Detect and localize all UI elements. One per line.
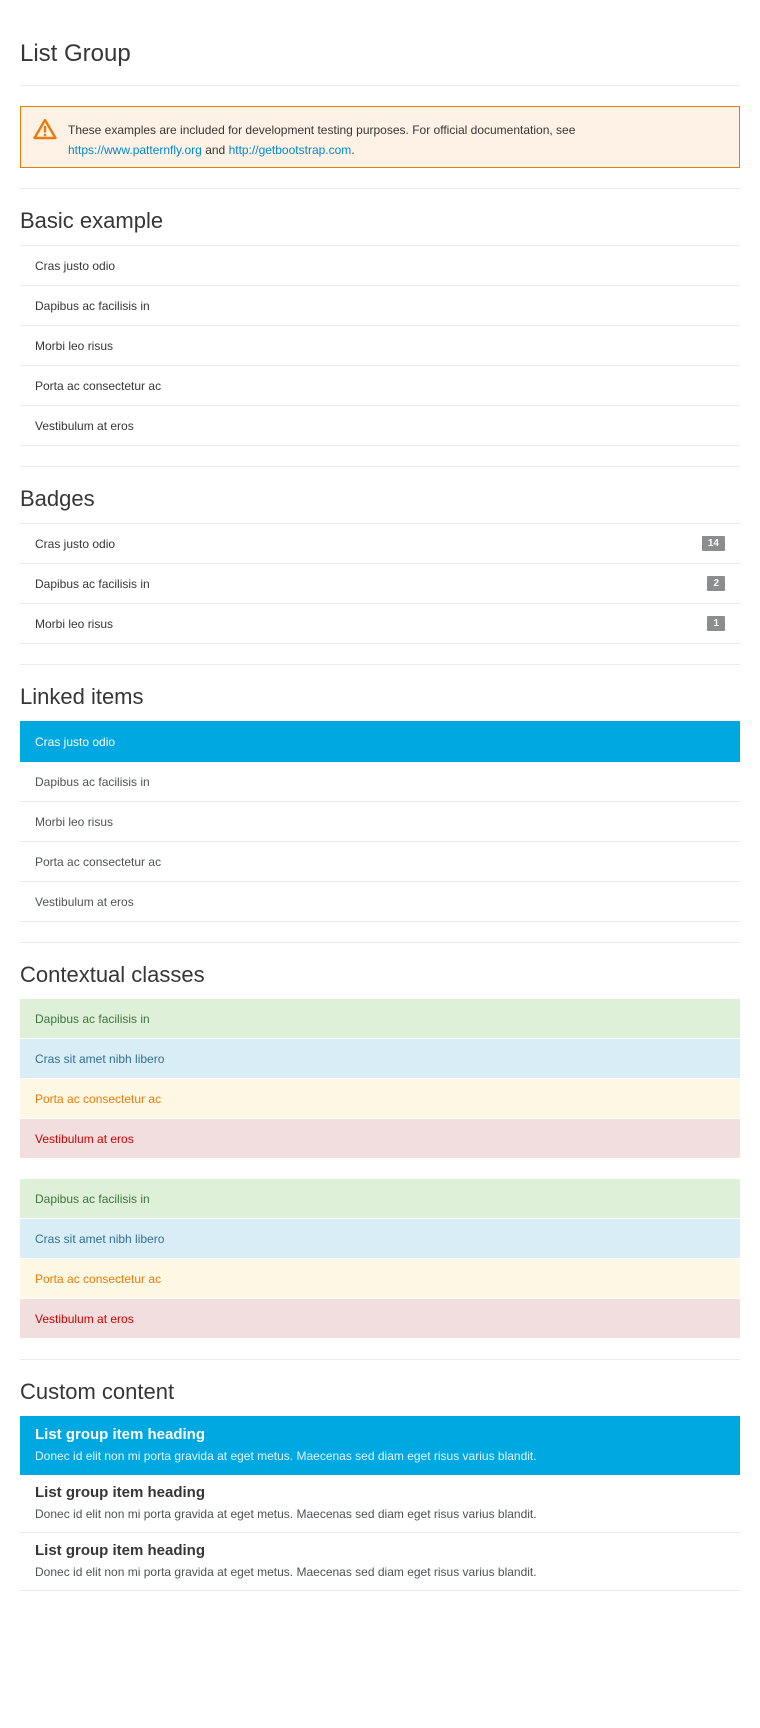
list-item-label: Porta ac consectetur ac <box>35 1091 162 1106</box>
list-item-heading: List group item heading <box>35 1426 206 1443</box>
section-title-linked: Linked items <box>20 684 144 709</box>
list-item-danger: Vestibulum at eros <box>20 1119 740 1159</box>
list-item-label: Cras justo odio <box>35 734 116 749</box>
list-item: Morbi leo risus 1 <box>20 604 740 644</box>
linked-list-group: Cras justo odio Dapibus ac facilisis in … <box>20 721 740 922</box>
list-item: Cras justo odio 14 <box>20 524 740 564</box>
list-item-label: Cras sit amet nibh libero <box>35 1231 165 1246</box>
list-item-label: Dapibus ac facilisis in <box>35 1011 150 1026</box>
list-item-label: Vestibulum at eros <box>35 1311 134 1326</box>
section-title-custom: Custom content <box>20 1379 175 1404</box>
alert-and-text: and <box>205 143 226 157</box>
linked-item[interactable]: Morbi leo risus <box>20 802 740 842</box>
page-title: List Group <box>20 0 740 86</box>
list-item-label: Dapibus ac facilisis in <box>35 298 150 313</box>
list-item-label: Dapibus ac facilisis in <box>35 1191 150 1206</box>
list-item-label: Cras justo odio <box>35 258 116 273</box>
linked-item-warning[interactable]: Porta ac consectetur ac <box>20 1259 740 1299</box>
list-item-heading: List group item heading <box>35 1542 206 1559</box>
list-item-label: Morbi leo risus <box>35 814 114 829</box>
warning-triangle-icon <box>33 118 57 140</box>
list-item: Vestibulum at eros <box>20 406 740 446</box>
list-item-warning: Porta ac consectetur ac <box>20 1079 740 1119</box>
list-item-text: Donec id elit non mi porta gravida at eg… <box>35 1565 537 1579</box>
page-container: List Group These examples are included f… <box>0 0 760 1591</box>
list-item-label: Vestibulum at eros <box>35 894 134 909</box>
list-item-text: Donec id elit non mi porta gravida at eg… <box>35 1507 537 1521</box>
contextual-linked-list-group: Dapibus ac facilisis in Cras sit amet ni… <box>20 1179 740 1339</box>
linked-item[interactable]: Porta ac consectetur ac <box>20 842 740 882</box>
list-item: Dapibus ac facilisis in 2 <box>20 564 740 604</box>
list-item-label: Morbi leo risus <box>35 338 114 353</box>
list-item: Morbi leo risus <box>20 326 740 366</box>
list-item-text: Donec id elit non mi porta gravida at eg… <box>35 1449 537 1463</box>
list-item: Cras justo odio <box>20 246 740 286</box>
badges-list-group: Cras justo odio 14 Dapibus ac facilisis … <box>20 523 740 644</box>
alert-text: These examples are included for developm… <box>68 123 576 137</box>
linked-item[interactable]: Vestibulum at eros <box>20 882 740 922</box>
list-item-label: Morbi leo risus <box>35 616 114 631</box>
list-item-label: Porta ac consectetur ac <box>35 854 162 869</box>
list-item: Dapibus ac facilisis in <box>20 286 740 326</box>
list-item-label: Vestibulum at eros <box>35 1131 134 1146</box>
list-item-label: Cras justo odio <box>35 536 116 551</box>
linked-item-danger[interactable]: Vestibulum at eros <box>20 1299 740 1339</box>
linked-item-info[interactable]: Cras sit amet nibh libero <box>20 1219 740 1259</box>
contextual-list-group: Dapibus ac facilisis in Cras sit amet ni… <box>20 999 740 1159</box>
custom-item[interactable]: List group item heading Donec id elit no… <box>20 1533 740 1591</box>
patternfly-link[interactable]: https://www.patternfly.org <box>68 143 202 157</box>
custom-item[interactable]: List group item heading Donec id elit no… <box>20 1475 740 1533</box>
alert-period: . <box>351 143 355 157</box>
count-badge: 1 <box>707 616 725 631</box>
list-item-label: Cras sit amet nibh libero <box>35 1051 165 1066</box>
linked-item-active[interactable]: Cras justo odio <box>20 722 740 762</box>
bootstrap-link[interactable]: http://getbootstrap.com <box>229 143 352 157</box>
list-item-success: Dapibus ac facilisis in <box>20 999 740 1039</box>
list-item-label: Dapibus ac facilisis in <box>35 774 150 789</box>
warning-alert: These examples are included for developm… <box>20 106 740 168</box>
linked-item[interactable]: Dapibus ac facilisis in <box>20 762 740 802</box>
count-badge: 14 <box>701 536 725 551</box>
list-item: Porta ac consectetur ac <box>20 366 740 406</box>
section-title-basic: Basic example <box>20 208 164 233</box>
custom-list-group: List group item heading Donec id elit no… <box>20 1416 740 1591</box>
basic-list-group: Cras justo odio Dapibus ac facilisis in … <box>20 245 740 446</box>
linked-item-success[interactable]: Dapibus ac facilisis in <box>20 1179 740 1219</box>
list-item-label: Porta ac consectetur ac <box>35 378 162 393</box>
list-item-label: Porta ac consectetur ac <box>35 1271 162 1286</box>
list-item-info: Cras sit amet nibh libero <box>20 1039 740 1079</box>
section-title-badges: Badges <box>20 486 95 511</box>
custom-item-active[interactable]: List group item heading Donec id elit no… <box>20 1417 740 1475</box>
list-item-heading: List group item heading <box>35 1484 206 1501</box>
count-badge: 2 <box>707 576 725 591</box>
list-item-label: Vestibulum at eros <box>35 418 134 433</box>
list-item-label: Dapibus ac facilisis in <box>35 576 150 591</box>
section-title-contextual: Contextual classes <box>20 962 205 987</box>
